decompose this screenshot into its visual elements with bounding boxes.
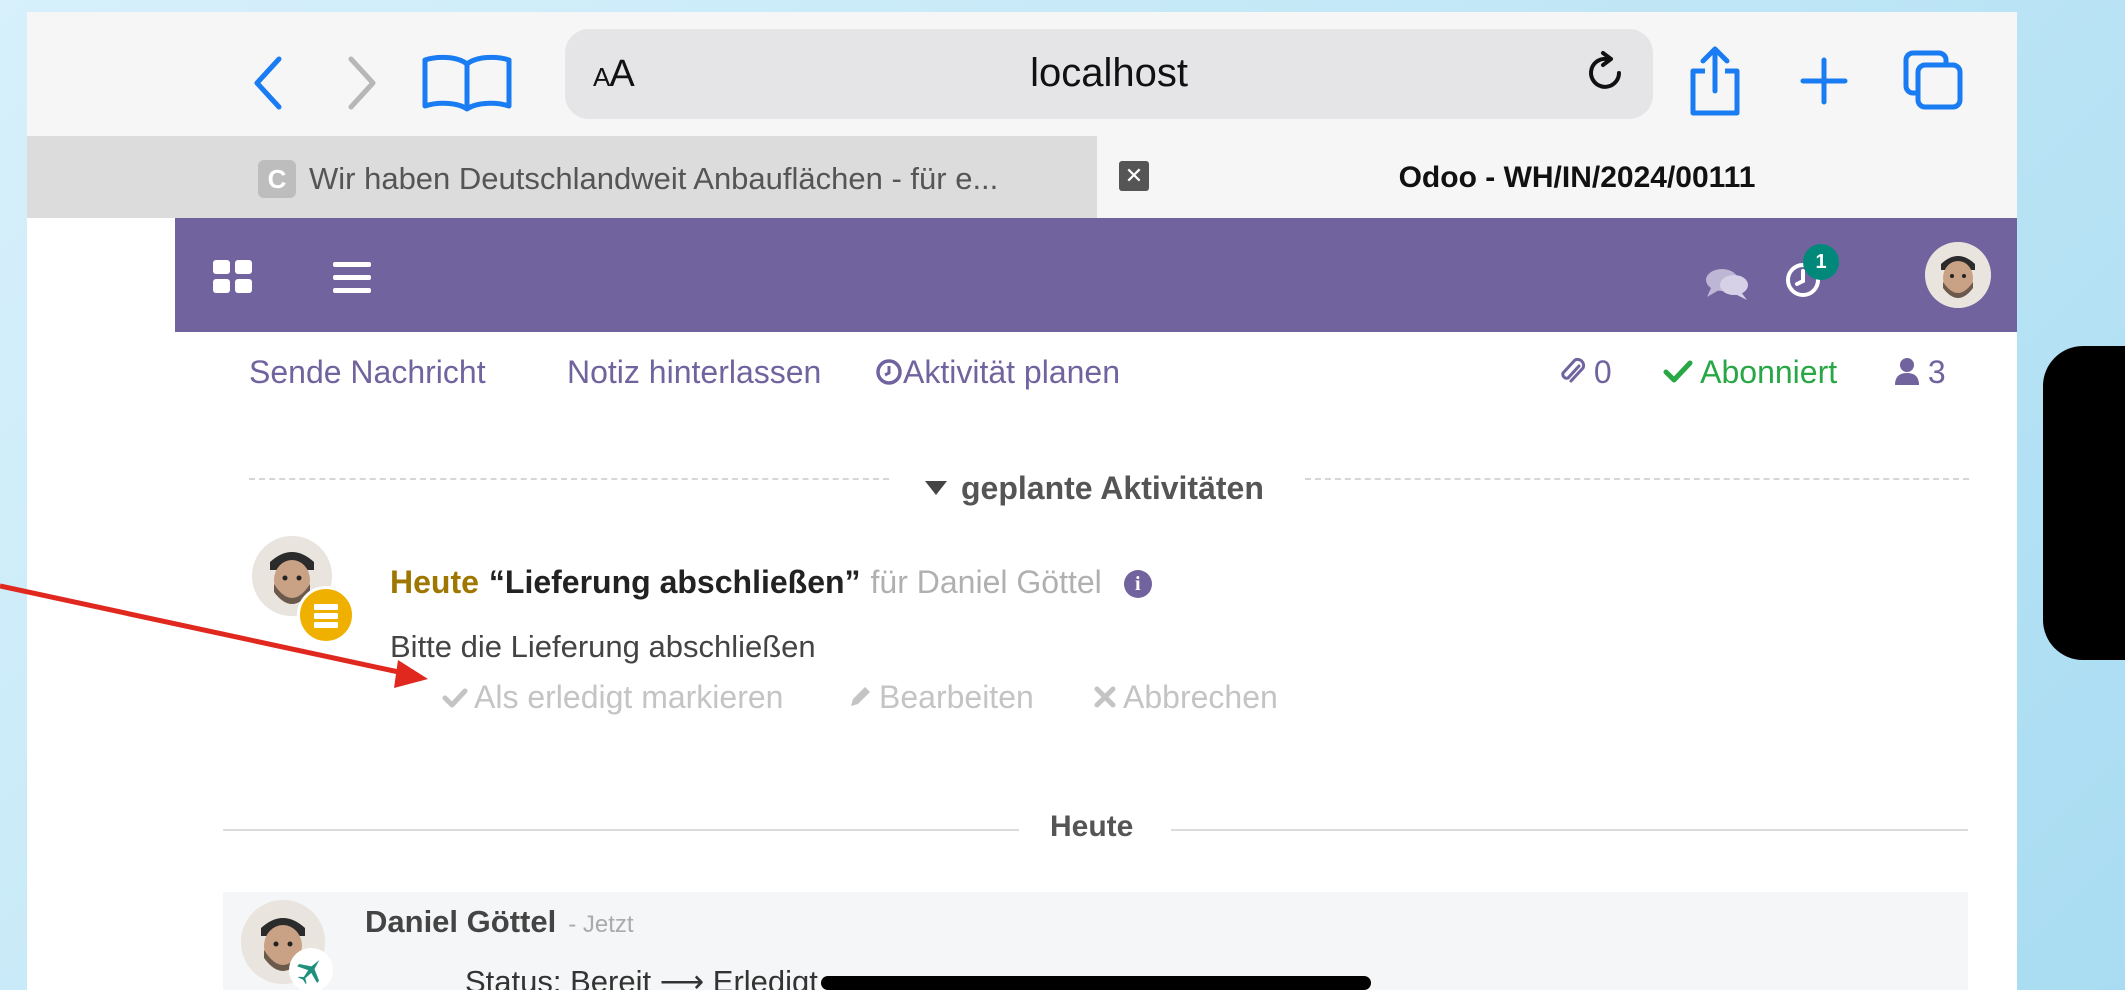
apps-menu-icon[interactable] [213, 260, 253, 299]
arrow-right-icon: ⟶ [659, 964, 705, 990]
message-time: - Jetzt [568, 911, 634, 938]
pencil-icon [851, 687, 870, 706]
edit-activity-button[interactable]: Bearbeiten [847, 679, 1034, 716]
tab-title: Odoo - WH/IN/2024/00111 [1398, 161, 1756, 194]
share-icon [1690, 46, 1740, 116]
chevron-right-icon [348, 56, 376, 110]
message-author[interactable]: Daniel Göttel - Jetzt [365, 904, 634, 940]
bookmarks-button[interactable] [407, 42, 527, 122]
caret-down-icon [925, 481, 947, 495]
message-author-name: Daniel Göttel [365, 904, 557, 939]
clock-icon [876, 359, 902, 385]
airplane-icon [289, 948, 333, 990]
plus-icon [1800, 57, 1848, 105]
separator-line [249, 478, 889, 480]
activity-type-icon [297, 586, 355, 644]
new-tab-button[interactable] [1789, 46, 1859, 116]
day-separator-line [1171, 829, 1968, 831]
book-icon [422, 54, 512, 112]
follow-button[interactable]: Abonniert [1663, 354, 1837, 391]
sidebar-handle[interactable] [2043, 346, 2125, 660]
activity-assignee: für Daniel Göttel [870, 564, 1102, 600]
tab-inactive[interactable]: C Wir haben Deutschlandweit Anbauflächen… [27, 136, 1097, 218]
forward-button[interactable] [327, 48, 397, 118]
user-avatar[interactable] [1925, 242, 1991, 308]
attachments-button[interactable]: 0 [1559, 354, 1612, 391]
planned-activities-toggle[interactable]: geplante Aktivitäten [925, 470, 1264, 507]
edit-label: Bearbeiten [879, 679, 1034, 715]
activity-header: Heute “Lieferung abschließen” für Daniel G… [390, 564, 1152, 601]
activity-summary: “Lieferung abschließen” [488, 564, 861, 600]
browser-toolbar: AA localhost [27, 12, 2017, 136]
tab-strip: C Wir haben Deutschlandweit Anbauflächen… [27, 136, 2017, 218]
check-icon [1663, 360, 1693, 383]
tracking-new-value: Erledigt [712, 964, 818, 990]
tracking-value: Status: Bereit ⟶ Erledigt [465, 964, 818, 990]
send-message-button[interactable]: Sende Nachricht [249, 354, 486, 391]
address-bar[interactable]: AA localhost [565, 29, 1653, 119]
tab-active[interactable]: ✕ Odoo - WH/IN/2024/00111 [1097, 136, 2017, 218]
messaging-icon[interactable] [1705, 266, 1749, 307]
user-icon [1895, 358, 1919, 385]
activity-due: Heute [390, 564, 479, 600]
home-indicator [821, 976, 1371, 990]
separator-line [1305, 478, 1969, 480]
activity-note: Bitte die Lieferung abschließen [390, 629, 816, 664]
check-icon [442, 688, 468, 708]
tab-title: Wir haben Deutschlandweit Anbauflächen -… [309, 161, 999, 196]
day-separator-label: Heute [1050, 810, 1134, 843]
info-icon[interactable]: i [1123, 570, 1152, 598]
tab-overview-button[interactable] [1893, 40, 1973, 120]
mark-done-label: Als erledigt markieren [474, 679, 784, 715]
tracking-old-value: Status: Bereit [465, 964, 652, 990]
back-button[interactable] [233, 48, 303, 118]
cancel-label: Abbrechen [1123, 679, 1278, 715]
mark-done-button[interactable]: Als erledigt markieren [442, 679, 783, 716]
schedule-activity-label: Aktivität planen [903, 354, 1121, 390]
planned-activities-title: geplante Aktivitäten [961, 470, 1264, 506]
site-favicon: C [258, 160, 296, 198]
share-button[interactable] [1675, 36, 1755, 126]
url-text: localhost [1030, 51, 1188, 95]
schedule-activity-button[interactable]: Aktivität planen [875, 354, 1120, 391]
close-icon [1094, 686, 1116, 708]
attachments-count: 0 [1593, 354, 1612, 390]
hamburger-menu-icon[interactable] [333, 262, 371, 299]
activity-count-badge: 1 [1803, 244, 1839, 280]
reload-icon [1589, 51, 1621, 89]
day-separator-line [223, 829, 1019, 831]
cancel-activity-button[interactable]: Abbrechen [1093, 679, 1278, 716]
followers-count: 3 [1927, 354, 1946, 390]
tabs-icon [1903, 50, 1963, 110]
follow-state: Abonniert [1700, 354, 1838, 390]
paperclip-icon [1561, 357, 1586, 383]
reload-button[interactable] [1581, 49, 1629, 102]
odoo-navbar: 1 [175, 218, 2017, 332]
chevron-left-icon [254, 56, 282, 110]
log-note-button[interactable]: Notiz hinterlassen [567, 354, 821, 391]
browser-window: AA localhost C Wir haben Deutschlandweit… [27, 12, 2017, 990]
followers-button[interactable]: 3 [1895, 354, 1946, 391]
